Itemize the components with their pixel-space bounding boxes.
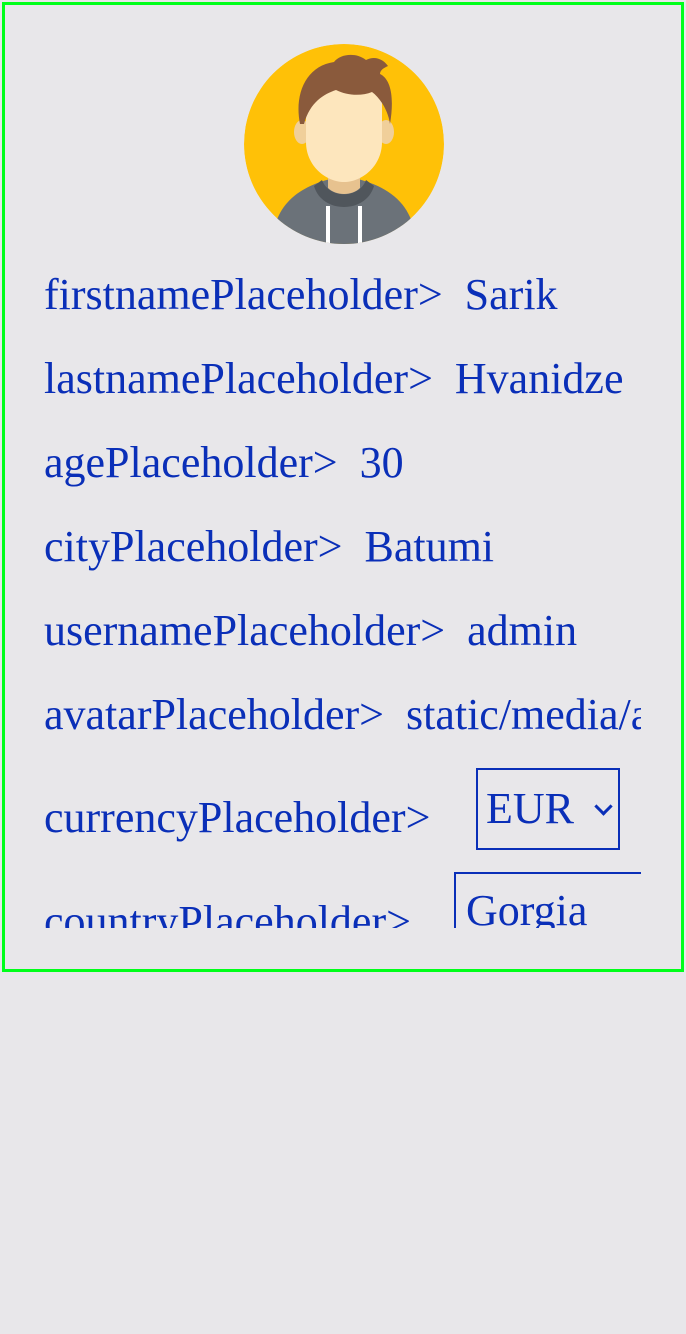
profile-details: firstnamePlaceholder> Sarik lastnamePlac…: [44, 256, 641, 928]
field-label: agePlaceholder>: [44, 438, 349, 487]
field-value: Hvanidze: [454, 354, 624, 403]
field-value: Batumi: [364, 522, 495, 571]
field-value: Sarik: [464, 270, 558, 319]
field-label: lastnamePlaceholder>: [44, 354, 444, 403]
field-city: cityPlaceholder> Batumi: [44, 508, 641, 592]
field-value: static/media/avatar.png: [405, 690, 641, 739]
field-lastname: lastnamePlaceholder> Hvanidze: [44, 340, 641, 424]
field-country: countryPlaceholder> Gorgia: [44, 872, 641, 928]
field-label: usernamePlaceholder>: [44, 606, 457, 655]
country-value: Gorgia: [466, 886, 588, 928]
country-label: countryPlaceholder>: [44, 897, 411, 928]
field-username: usernamePlaceholder> admin: [44, 592, 641, 676]
chevron-down-icon: [594, 797, 613, 816]
currency-selected-value: EUR: [486, 784, 574, 833]
field-avatar: avatarPlaceholder> static/media/avatar.p…: [44, 676, 641, 760]
field-value: admin: [467, 606, 578, 655]
currency-select[interactable]: EUR: [476, 768, 620, 850]
currency-label: currencyPlaceholder>: [44, 793, 431, 842]
user-avatar-icon: [244, 44, 444, 244]
field-label: avatarPlaceholder>: [44, 690, 395, 739]
field-age: agePlaceholder> 30: [44, 424, 641, 508]
user-avatar: [244, 44, 444, 244]
field-label: firstnamePlaceholder>: [44, 270, 454, 319]
field-value: 30: [359, 438, 404, 487]
field-firstname: firstnamePlaceholder> Sarik: [44, 256, 641, 340]
field-label: cityPlaceholder>: [44, 522, 354, 571]
field-currency: currencyPlaceholder> EUR: [44, 768, 620, 868]
country-input[interactable]: Gorgia: [454, 872, 641, 928]
